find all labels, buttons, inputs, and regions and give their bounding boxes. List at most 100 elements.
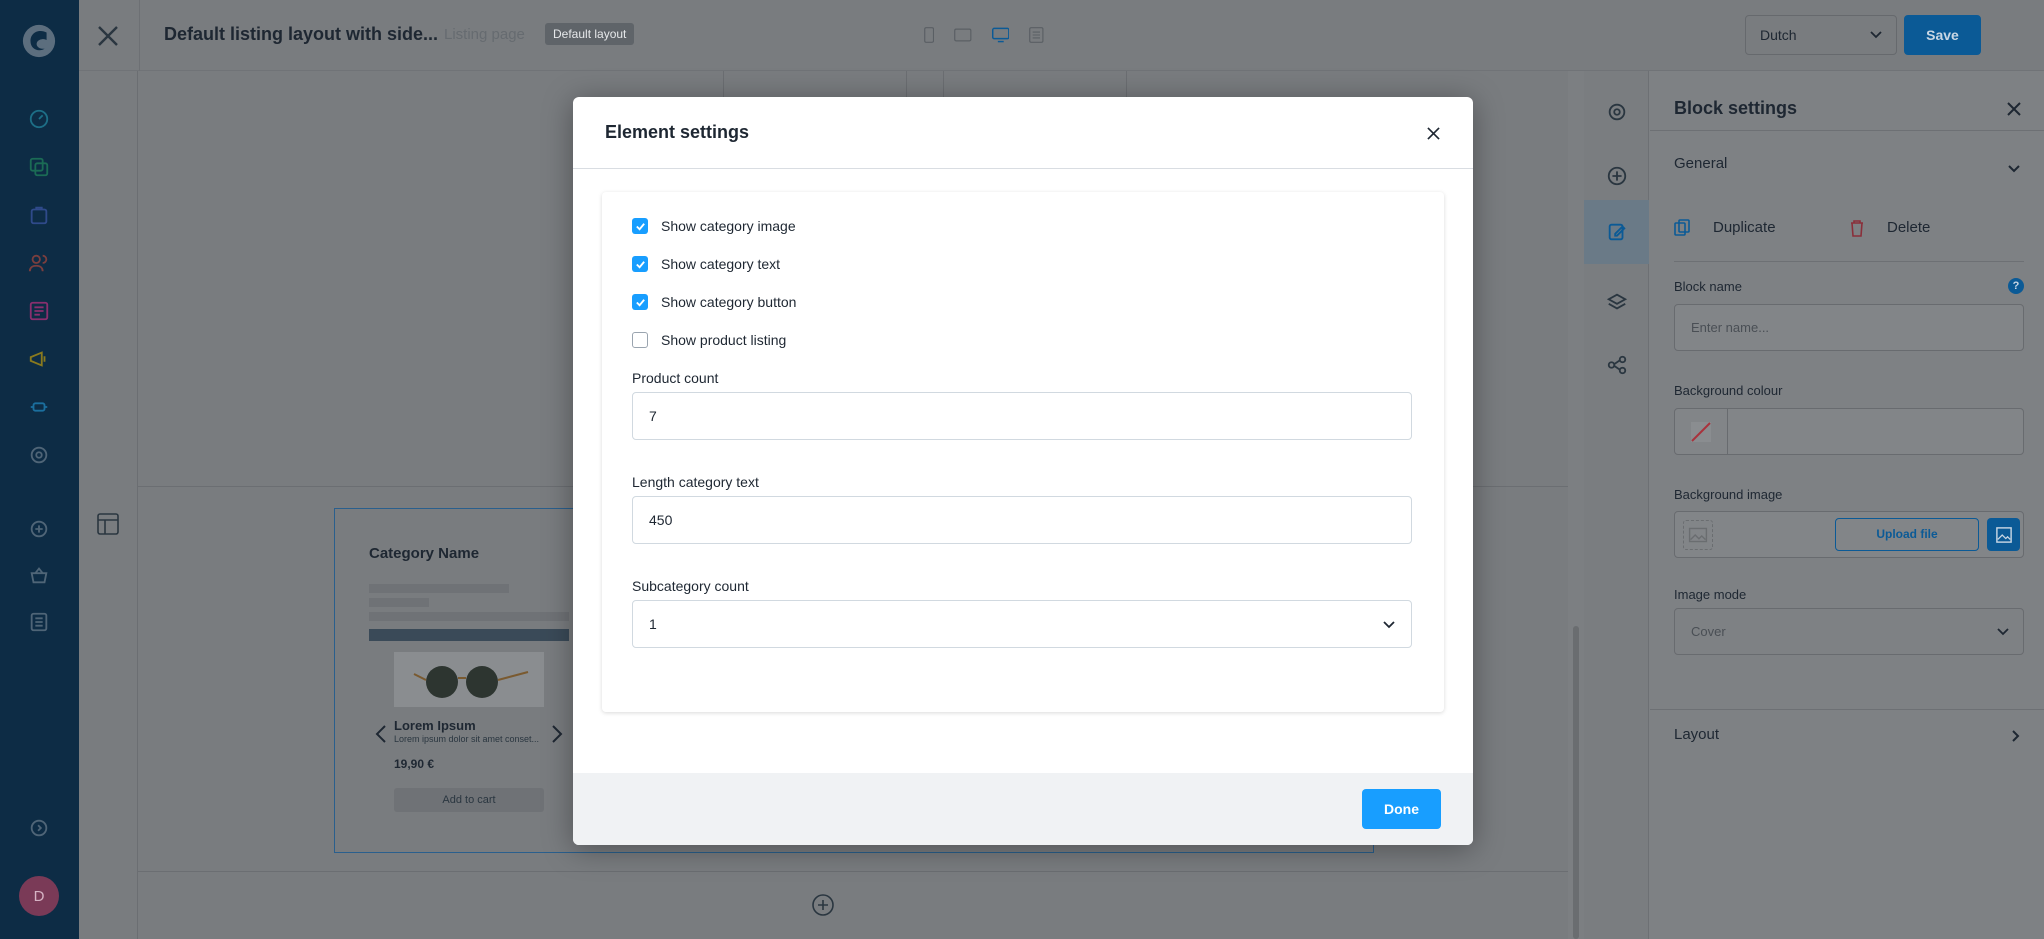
mobile-view-icon[interactable]: [924, 24, 935, 46]
catalogues-icon[interactable]: [27, 155, 51, 179]
customers-icon[interactable]: [27, 251, 51, 275]
checkbox-show-category-text[interactable]: Show category text: [632, 256, 780, 272]
carousel-prev-icon[interactable]: [375, 724, 387, 744]
page-title: Default listing layout with side...: [164, 24, 439, 44]
extensions-icon[interactable]: [27, 395, 51, 419]
canvas-scrollbar[interactable]: [1573, 626, 1579, 939]
orders-icon[interactable]: [27, 203, 51, 227]
add-section-icon[interactable]: [811, 893, 835, 917]
carousel-next-icon[interactable]: [551, 724, 563, 744]
checkbox-checked[interactable]: [632, 294, 648, 310]
checkbox-checked[interactable]: [632, 256, 648, 272]
block-settings-body: Block settings General Duplicate Delete …: [1650, 71, 2044, 939]
product-count-label: Product count: [632, 370, 719, 386]
gear-icon: [1608, 103, 1625, 121]
layers-tab[interactable]: [1584, 270, 1649, 334]
length-category-text-label: Length category text: [632, 474, 759, 490]
background-colour-label: Background colour: [1674, 383, 1783, 398]
color-swatch-icon[interactable]: [1675, 409, 1728, 454]
close-panel-icon[interactable]: [2006, 101, 2022, 117]
add-sales-channel-icon[interactable]: [27, 517, 51, 541]
headless-icon[interactable]: [27, 610, 51, 634]
checkbox-show-category-image[interactable]: Show category image: [632, 218, 796, 234]
subcategory-count-label: Subcategory count: [632, 578, 749, 594]
checkbox-show-product-listing[interactable]: Show product listing: [632, 332, 786, 348]
length-category-text-input[interactable]: 450: [632, 496, 1412, 544]
storefront-icon[interactable]: [27, 563, 51, 587]
product-image: [394, 652, 544, 707]
save-button[interactable]: Save: [1904, 15, 1981, 55]
category-button-placeholder: [369, 629, 569, 641]
block-name-input[interactable]: Enter name...: [1674, 304, 2024, 351]
settings-icon[interactable]: [27, 443, 51, 467]
language-value: Dutch: [1760, 27, 1797, 43]
form-view-icon[interactable]: [1029, 24, 1044, 46]
add-to-cart-button[interactable]: Add to cart: [394, 788, 544, 812]
product-price: 19,90 €: [394, 757, 435, 771]
language-select[interactable]: Dutch: [1745, 15, 1897, 55]
chevron-down-icon: [1997, 628, 2009, 636]
trash-icon: [1850, 219, 1864, 237]
edit-icon: [1608, 223, 1626, 241]
background-image-label: Background image: [1674, 487, 1783, 502]
block-settings-panel: Block settings General Duplicate Delete …: [1584, 71, 2044, 939]
subcategory-count-select[interactable]: 1: [632, 600, 1412, 648]
block-settings-tab[interactable]: [1584, 200, 1649, 264]
image-placeholder-icon: [1683, 520, 1713, 550]
add-block-tab[interactable]: [1584, 144, 1649, 208]
layers-icon: [1606, 293, 1627, 310]
content-icon[interactable]: [27, 299, 51, 323]
block-name-label: Block name: [1674, 279, 1742, 294]
checkbox-show-category-button[interactable]: Show category button: [632, 294, 796, 310]
product-count-input[interactable]: 7: [632, 392, 1412, 440]
image-mode-value: Cover: [1691, 624, 1726, 639]
product-description: Lorem ipsum dolor sit amet conset...: [394, 734, 540, 744]
general-section-toggle[interactable]: General: [1674, 155, 1727, 172]
collapse-sidebar-icon[interactable]: [27, 816, 51, 840]
close-icon[interactable]: [95, 23, 121, 49]
chevron-right-icon: [2012, 729, 2020, 742]
modal-title: Element settings: [605, 122, 750, 142]
shopware-logo-icon[interactable]: [20, 22, 58, 60]
done-button[interactable]: Done: [1362, 789, 1441, 829]
background-colour-input[interactable]: [1674, 408, 2024, 455]
tablet-view-icon[interactable]: [954, 26, 972, 44]
device-switcher: [924, 23, 1044, 47]
avatar[interactable]: D: [19, 876, 59, 916]
layout-section-toggle[interactable]: Layout: [1674, 726, 1719, 743]
category-name: Category Name: [369, 545, 480, 562]
admin-sidebar: D: [0, 0, 79, 939]
image-mode-select[interactable]: Cover: [1674, 608, 2024, 655]
page-subtitle: Listing page: [444, 26, 525, 43]
delete-button[interactable]: Delete: [1887, 219, 1930, 236]
background-image-upload: Upload file: [1674, 511, 2024, 558]
share-icon: [1607, 355, 1626, 375]
subcategory-count-value: 1: [649, 616, 657, 632]
product-name: Lorem Ipsum: [394, 718, 476, 733]
chevron-down-icon: [1383, 621, 1395, 629]
duplicate-button[interactable]: Duplicate: [1713, 219, 1776, 236]
marketing-icon[interactable]: [27, 347, 51, 371]
duplicate-icon: [1674, 219, 1690, 237]
chevron-down-icon: [1870, 31, 1882, 39]
help-icon[interactable]: ?: [2008, 278, 2024, 294]
block-layout-icon[interactable]: [97, 513, 119, 535]
panel-title: Block settings: [1674, 98, 1798, 118]
checkbox-label: Show category button: [661, 294, 797, 310]
plus-circle-icon: [1607, 166, 1626, 186]
close-modal-button[interactable]: [1419, 119, 1447, 147]
upload-file-button[interactable]: Upload file: [1835, 518, 1979, 551]
sidebar-tabs: [1584, 71, 1649, 939]
layout-assignment-tab[interactable]: [1584, 333, 1649, 397]
image-mode-label: Image mode: [1674, 587, 1747, 602]
media-library-button[interactable]: [1987, 518, 2020, 551]
checkbox-checked[interactable]: [632, 218, 648, 234]
checkbox-unchecked[interactable]: [632, 332, 648, 348]
checkbox-label: Show category image: [661, 218, 796, 234]
image-icon: [1995, 526, 2012, 543]
desktop-view-icon[interactable]: [991, 25, 1010, 45]
checkbox-label: Show product listing: [661, 332, 787, 348]
element-settings-modal: Element settings Show category image Sho…: [573, 97, 1473, 845]
page-settings-tab[interactable]: [1584, 80, 1649, 144]
dashboard-icon[interactable]: [27, 107, 51, 131]
